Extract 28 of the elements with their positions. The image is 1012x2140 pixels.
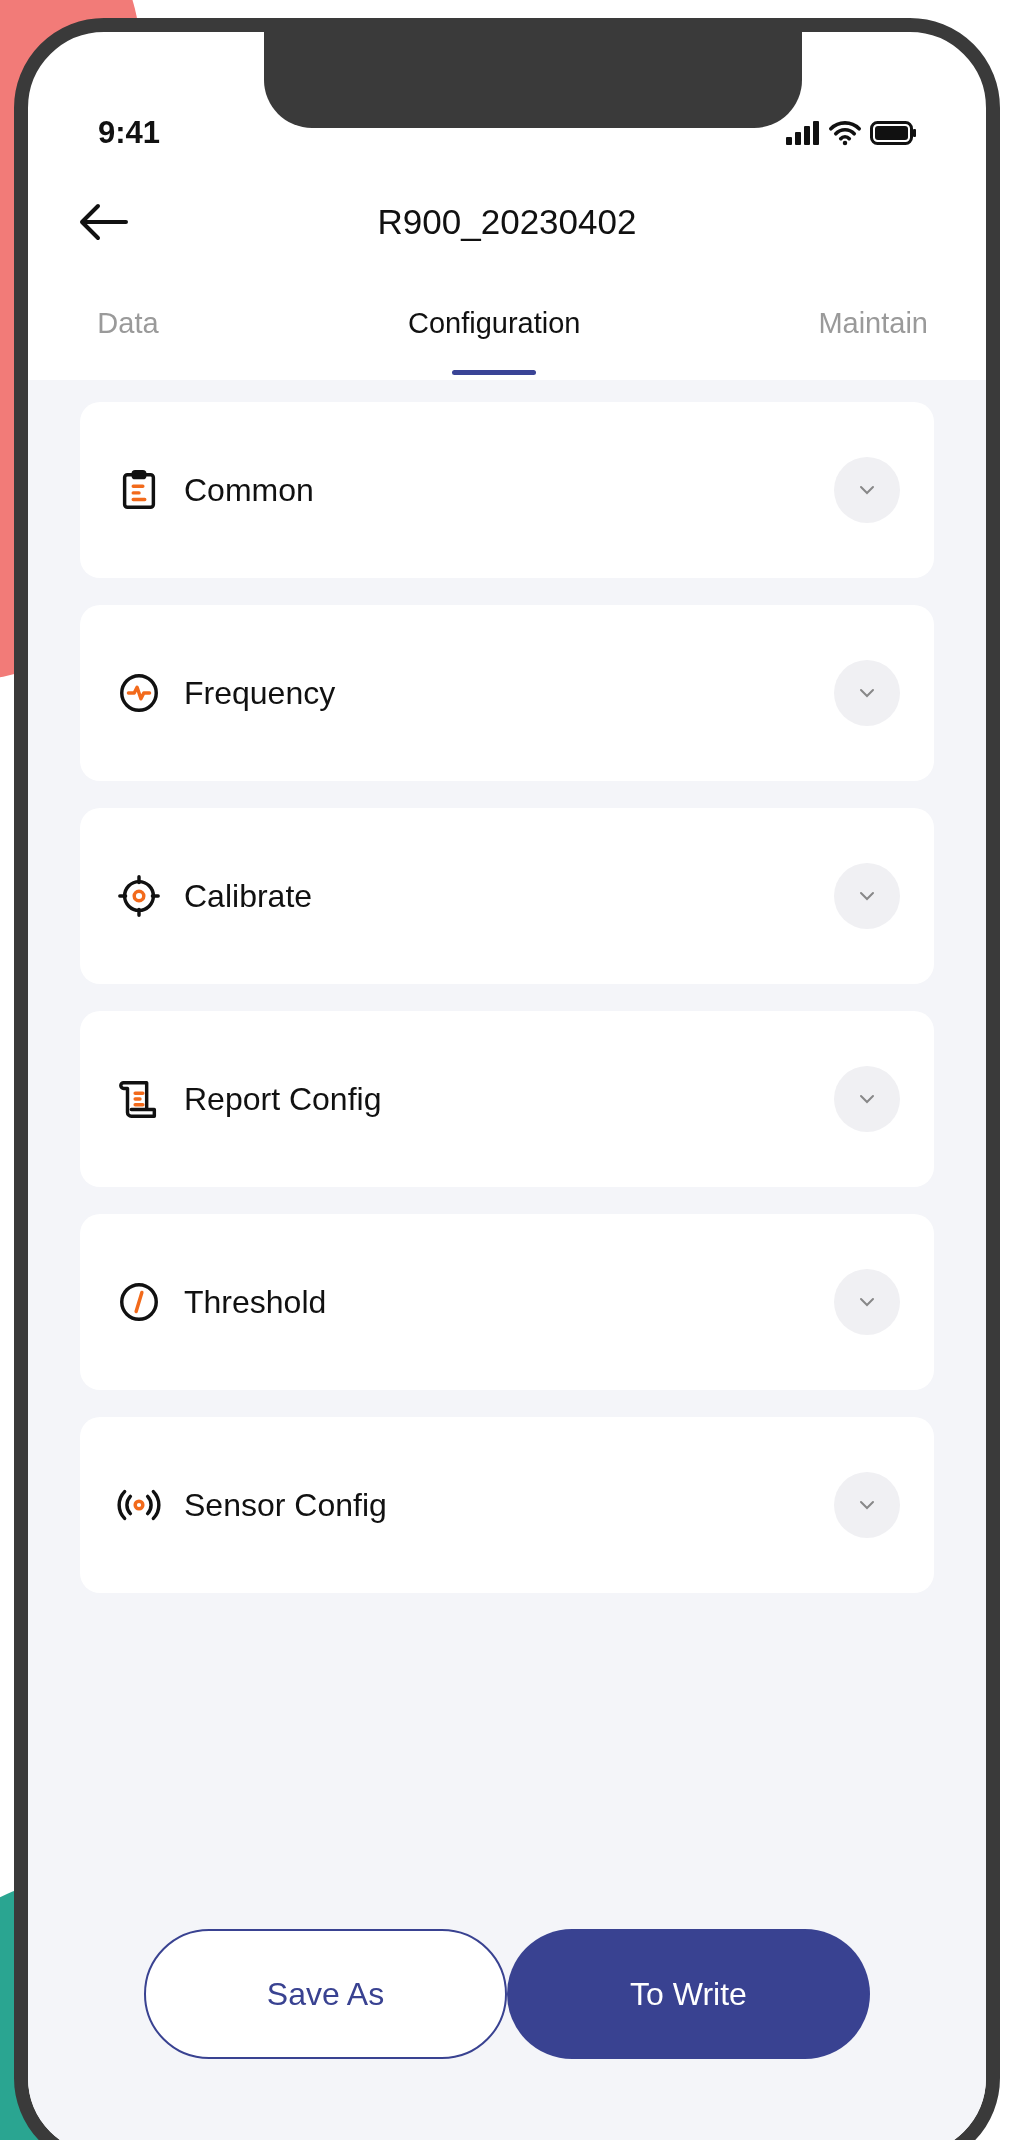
settings-section-card[interactable]: Frequency: [80, 605, 934, 781]
settings-section-card[interactable]: Sensor Config: [80, 1417, 934, 1593]
chevron-icon: [858, 1093, 876, 1105]
chevron-icon: [858, 687, 876, 699]
section-label: Threshold: [184, 1283, 328, 1322]
status-time: 9:41: [98, 113, 161, 152]
settings-section-card[interactable]: Report Config: [80, 1011, 934, 1187]
chevron-icon: [858, 890, 876, 902]
target-icon: [116, 873, 162, 919]
back-arrow-icon[interactable]: [78, 202, 130, 242]
page-title: R900_20230402: [377, 200, 637, 243]
settings-section-card[interactable]: Common: [80, 402, 934, 578]
section-label: Report Config: [184, 1080, 383, 1119]
section-label: Sensor Config: [184, 1486, 388, 1525]
action-button[interactable]: To Write: [507, 1929, 870, 2059]
section-label: Frequency: [184, 674, 337, 713]
chevron-icon: [858, 1296, 876, 1308]
battery-icon: [870, 121, 916, 145]
chevron-icon: [858, 484, 876, 496]
tab[interactable]: Configuration: [407, 302, 581, 375]
action-button[interactable]: Save As: [144, 1929, 507, 2059]
settings-section-card[interactable]: Threshold: [80, 1214, 934, 1390]
cellular-signal-icon: [786, 121, 820, 145]
settings-section-card[interactable]: Calibrate: [80, 808, 934, 984]
section-label: Common: [184, 471, 315, 510]
section-label: Calibrate: [184, 877, 314, 916]
wifi-icon: [828, 120, 862, 146]
chevron-icon: [858, 1499, 876, 1511]
